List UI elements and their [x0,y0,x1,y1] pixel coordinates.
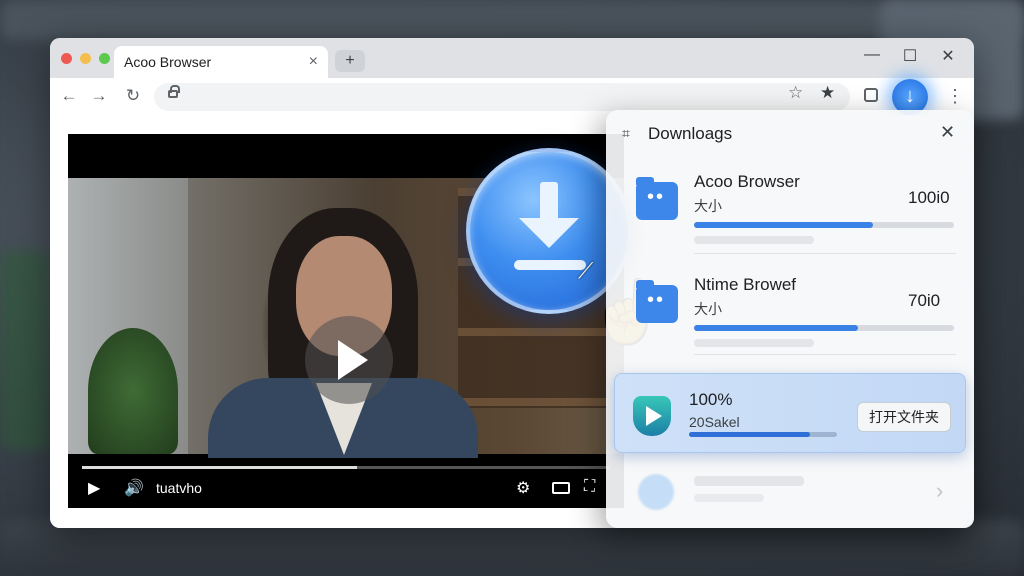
fullscreen-icon[interactable]: ⛶ [584,478,595,496]
play-icon[interactable]: ▶ [88,478,100,498]
background-blur-top [0,0,1024,40]
download-item-size-label: 大小 [694,198,722,214]
download-item[interactable]: Acoo Browser 大小 100i0 [620,164,962,260]
app-icon [638,474,674,510]
zoom-traffic-light[interactable] [99,53,110,64]
bookmark-star-icon[interactable]: ☆ [788,83,803,103]
app-shield-icon [633,396,671,436]
download-item-blurred-sub [694,494,764,502]
download-arrow-head [519,218,579,248]
lock-icon [168,85,180,98]
close-traffic-light[interactable] [61,53,72,64]
download-item-ghost-text [694,236,814,244]
downloads-header-icon: ⌗ [622,125,630,141]
extensions-icon[interactable] [864,88,878,102]
tab-title: Acoo Browser [124,54,212,70]
download-item-progress-fill [694,325,858,331]
download-item-size-label: 大小 [694,301,722,317]
maximize-button[interactable]: ☐ [898,46,922,66]
captions-icon[interactable] [552,482,570,494]
volume-icon[interactable]: 🔊 [124,478,144,498]
download-item-progress-fill [689,432,811,437]
forward-button[interactable]: → [88,86,110,106]
download-item-ghost-text [694,339,814,347]
scene-plant [88,328,178,454]
minimize-button[interactable]: — [860,46,884,64]
downloads-panel-title: Downloags [648,124,733,143]
download-item-name: Ntime Browef [694,275,797,294]
download-item-blurred-name [694,476,804,486]
chevron-right-icon[interactable]: › [936,478,943,504]
download-item-name: Acoo Browser [694,172,800,191]
back-button[interactable]: ← [58,86,80,106]
downloads-panel-header: ⌗ Downloags ✕ [606,110,974,156]
settings-gear-icon[interactable]: ⚙ [516,478,530,498]
download-item[interactable]: Ntime Browef 大小 70i0 [620,267,962,363]
video-progress-bar[interactable] [82,466,610,469]
download-item-value: 70i0 [908,291,941,310]
minimize-traffic-light[interactable] [80,53,91,64]
reload-button[interactable]: ↻ [122,86,144,106]
folder-icon [636,280,678,323]
download-item-name: 20Sakel [689,414,740,430]
divider [694,354,956,355]
download-item-progress [694,325,954,331]
open-folder-button[interactable]: 打开文件夹 [857,402,951,432]
browser-tab[interactable]: Acoo Browser × [114,46,328,78]
window-close-button[interactable]: ✕ [936,46,960,66]
divider [694,253,956,254]
video-progress-fill [82,466,357,469]
bookmarks-icon[interactable]: ★ [820,83,835,103]
downloads-close-icon[interactable]: ✕ [940,122,955,143]
download-item-progress-fill [694,222,874,228]
menu-icon[interactable]: ⋮ [946,86,964,107]
download-percent: 100% [689,390,733,409]
download-item-progress [694,222,954,228]
download-item-value: 100i0 [908,188,950,207]
background-blur-desk [0,520,1024,576]
address-bar[interactable] [154,83,850,111]
download-arrow-base [514,260,586,270]
video-time-label: tuatvho [156,480,202,496]
download-item-active[interactable]: 100% 20Sakel 打开文件夹 [614,373,966,453]
folder-icon [636,177,678,220]
tab-close-icon[interactable]: × [309,53,318,71]
background-blur-plant [0,250,50,450]
title-bar: Acoo Browser × + — ☐ ✕ [50,38,974,78]
play-overlay-button[interactable] [305,316,393,404]
download-item-blurred[interactable]: › [620,466,964,518]
download-item-progress [689,432,837,437]
new-tab-button[interactable]: + [335,50,365,72]
